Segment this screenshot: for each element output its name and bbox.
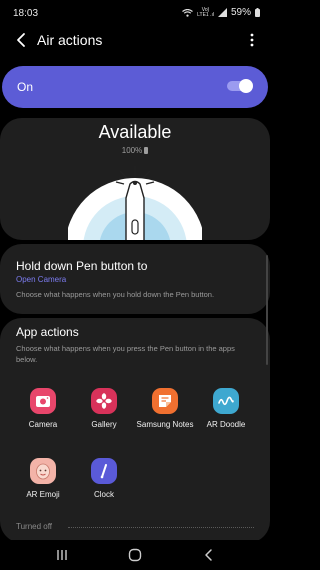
- nav-back-icon[interactable]: [200, 547, 218, 563]
- clock-icon: [91, 458, 117, 484]
- home-icon[interactable]: [126, 547, 144, 563]
- battery-percent: 59%: [230, 7, 251, 18]
- ar-doodle-icon: [213, 388, 239, 414]
- more-options-icon[interactable]: [248, 32, 256, 48]
- pen-battery: 100%: [0, 146, 270, 155]
- camera-icon: [30, 388, 56, 414]
- notes-icon: [152, 388, 178, 414]
- hold-pen-action: Open Camera: [16, 275, 67, 284]
- app-bar: Air actions: [0, 26, 270, 56]
- signal-icon: [217, 8, 227, 17]
- section-divider: [68, 527, 254, 528]
- ar-emoji-icon: [30, 458, 56, 484]
- app-label: Clock: [93, 490, 114, 499]
- battery-icon: [255, 8, 260, 17]
- s-pen-illustration: [68, 166, 202, 240]
- app-gallery[interactable]: Gallery: [74, 388, 134, 430]
- hold-pen-description: Choose what happens when you hold down t…: [16, 290, 215, 299]
- status-bar: 18:03 Vo) LTE1 .ıl 59%: [0, 0, 270, 26]
- network-indicator: Vo) LTE1 .ıl: [197, 6, 214, 18]
- gallery-icon: [91, 388, 117, 414]
- back-icon[interactable]: [12, 30, 32, 50]
- status-time: 18:03: [13, 8, 39, 19]
- pen-battery-icon: [144, 147, 149, 154]
- hold-pen-button-card[interactable]: Hold down Pen button to Open Camera Choo…: [0, 244, 270, 314]
- pen-status-title: Available: [98, 122, 172, 142]
- turned-off-section-header: Turned off: [16, 522, 53, 531]
- app-label: Samsung Notes: [136, 420, 194, 429]
- wifi-icon: [182, 8, 193, 17]
- app-camera[interactable]: Camera: [13, 388, 73, 430]
- app-actions-card: App actions Choose what happens when you…: [0, 318, 270, 543]
- pen-status-card: Available 100%: [0, 118, 270, 240]
- navigation-bar: [0, 540, 270, 570]
- app-label: AR Doodle: [206, 420, 246, 429]
- app-actions-title: App actions: [16, 325, 79, 339]
- app-label: AR Emoji: [26, 490, 60, 499]
- recent-apps-icon[interactable]: [53, 547, 71, 563]
- pen-battery-percent: 100%: [121, 146, 143, 155]
- toggle-thumb: [239, 79, 253, 93]
- app-samsung-notes[interactable]: Samsung Notes: [135, 388, 195, 430]
- page-title: Air actions: [37, 32, 103, 48]
- app-label: Gallery: [91, 420, 117, 429]
- app-clock[interactable]: Clock: [74, 458, 134, 500]
- app-ar-emoji[interactable]: AR Emoji: [13, 458, 73, 500]
- master-toggle[interactable]: [227, 79, 253, 93]
- app-label: Camera: [28, 420, 58, 429]
- app-ar-doodle[interactable]: AR Doodle: [196, 388, 256, 430]
- scrollbar[interactable]: [266, 255, 268, 365]
- master-switch-label: On: [17, 80, 34, 94]
- app-actions-description: Choose what happens when you press the P…: [16, 344, 235, 364]
- master-switch-bar[interactable]: On: [2, 66, 268, 108]
- hold-pen-title: Hold down Pen button to: [16, 259, 148, 273]
